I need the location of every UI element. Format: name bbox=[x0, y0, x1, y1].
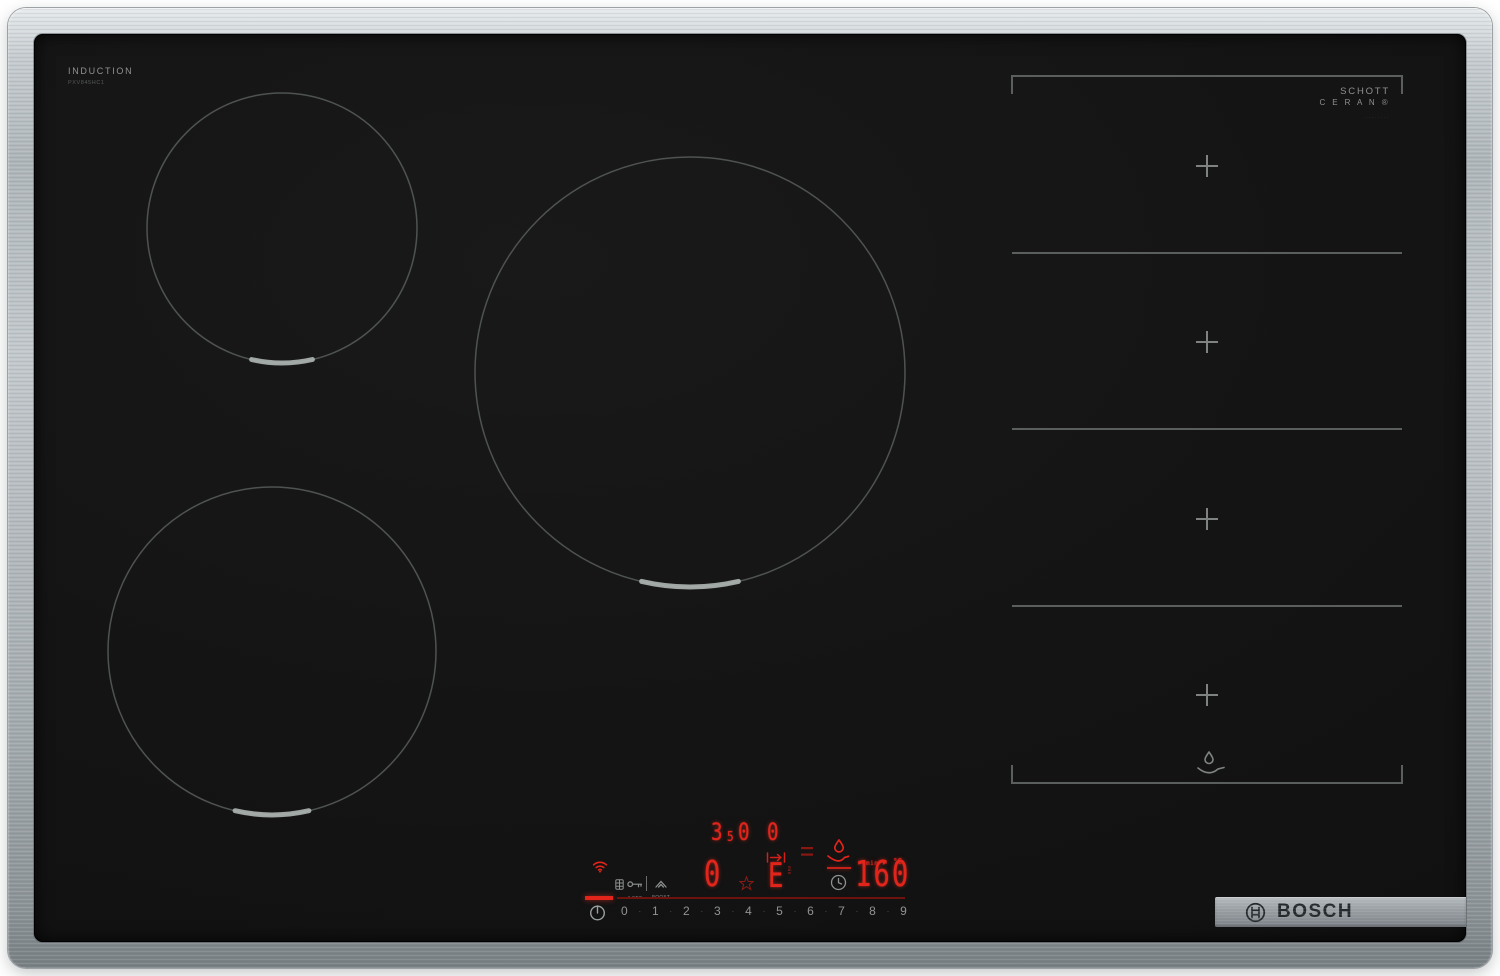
level-key[interactable]: · bbox=[794, 907, 797, 916]
level-key[interactable]: 6 bbox=[807, 904, 814, 918]
frying-sensor-icon bbox=[826, 838, 850, 869]
level-key[interactable]: 9 bbox=[900, 904, 907, 918]
clock-icon[interactable] bbox=[830, 874, 847, 896]
power-button[interactable] bbox=[589, 903, 606, 926]
led-selected-power: 0 bbox=[704, 854, 721, 895]
cooktop-product-photo: INDUCTION PXV845HC1 SCHOTT C E R A N ® ·… bbox=[0, 0, 1500, 976]
induction-label: INDUCTION bbox=[68, 66, 134, 76]
led-timer-end-glyph: E bbox=[768, 856, 784, 896]
led-temp-value: 160 bbox=[855, 854, 911, 895]
led-timer-digit-left: 0 bbox=[738, 818, 750, 846]
level-key[interactable]: 8 bbox=[869, 904, 876, 918]
level-key[interactable]: · bbox=[639, 907, 642, 916]
timer-min-unit-label: min bbox=[787, 866, 792, 875]
ceramic-glass-surface bbox=[34, 34, 1466, 942]
level-key[interactable]: 3 bbox=[714, 904, 721, 918]
sensor-underline bbox=[827, 867, 851, 869]
level-key[interactable]: · bbox=[701, 907, 704, 916]
level-key[interactable]: 2 bbox=[683, 904, 690, 918]
led-zone-power-sub: 5 bbox=[727, 830, 734, 845]
panel-lock-icon[interactable] bbox=[615, 877, 624, 895]
bosch-symbol-icon bbox=[1245, 902, 1266, 922]
level-key[interactable]: 0 bbox=[621, 904, 628, 918]
pause-dashes-icon bbox=[800, 845, 814, 863]
level-key[interactable]: · bbox=[887, 907, 890, 916]
star-icon bbox=[738, 875, 755, 896]
level-key[interactable]: 5 bbox=[776, 904, 783, 918]
power-level-keys[interactable]: 0 · 1 · 2 · 3 · 4 · 5 · 6 · 7 · 8 · 9 bbox=[621, 904, 907, 918]
level-key[interactable]: · bbox=[763, 907, 766, 916]
power-slider-track[interactable] bbox=[617, 897, 905, 899]
control-divider bbox=[646, 876, 647, 891]
boost-chevron-icon bbox=[655, 880, 667, 888]
key-icon bbox=[627, 881, 643, 888]
level-key[interactable]: 1 bbox=[652, 904, 659, 918]
wifi-icon bbox=[592, 860, 608, 878]
level-key[interactable]: · bbox=[856, 907, 859, 916]
level-key[interactable]: 7 bbox=[838, 904, 845, 918]
schott-logo-line2: C E R A N ® bbox=[1319, 97, 1390, 107]
schott-fine-print: ········ bbox=[1366, 115, 1390, 120]
led-timer-digit-right: 0 bbox=[767, 818, 779, 846]
level-key[interactable]: 4 bbox=[745, 904, 752, 918]
model-number-label: PXV845HC1 bbox=[68, 80, 105, 86]
led-zone-power-main: 3 bbox=[711, 818, 723, 846]
boost-key[interactable]: BOOST bbox=[650, 875, 672, 899]
level-key[interactable]: · bbox=[670, 907, 673, 916]
schott-ceran-logo: SCHOTT C E R A N ® bbox=[1290, 86, 1390, 107]
level-key[interactable]: · bbox=[732, 907, 735, 916]
level-key[interactable]: · bbox=[825, 907, 828, 916]
schott-logo-line1: SCHOTT bbox=[1340, 86, 1390, 97]
bosch-logo-bar: BOSCH bbox=[1215, 897, 1466, 927]
bosch-wordmark: BOSCH bbox=[1277, 901, 1354, 922]
power-slider-active-segment[interactable] bbox=[585, 896, 613, 900]
